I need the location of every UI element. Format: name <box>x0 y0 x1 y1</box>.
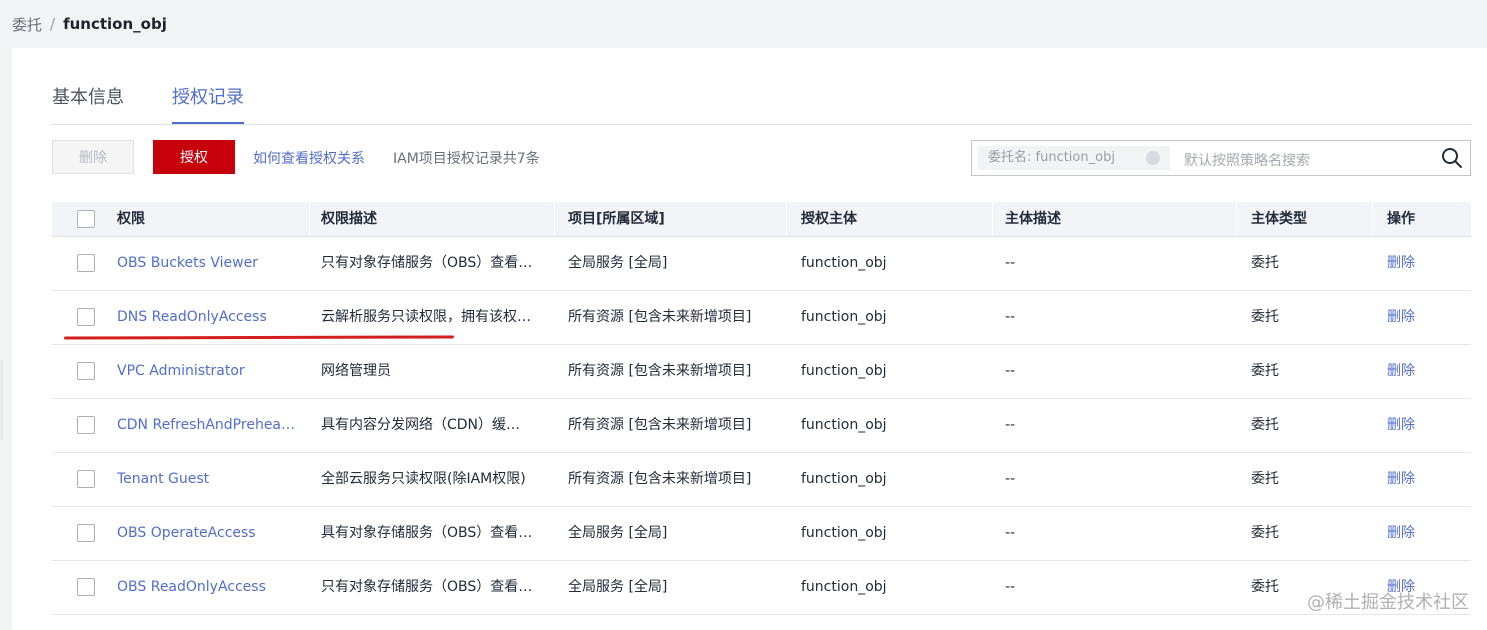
delete-button[interactable]: 删除 <box>52 140 134 174</box>
row-delete-link[interactable]: 删除 <box>1387 507 1447 560</box>
left-edge-bar <box>0 360 3 440</box>
project-region: 所有资源 [包含未来新增项目] <box>568 417 752 433</box>
permission-name-link[interactable]: OBS Buckets Viewer <box>117 237 297 290</box>
row-checkbox[interactable] <box>77 362 95 380</box>
subject-type: 委托 <box>1251 255 1279 271</box>
subject-description: -- <box>1005 363 1016 379</box>
permission-description: 具有内容分发网络（CDN）缓存刷新和预热的权限 <box>321 417 533 433</box>
permission-description: 具有对象存储服务（OBS）查看桶列表等的权限 <box>321 525 533 541</box>
tab-bar: 基本信息 授权记录 <box>52 78 1471 125</box>
permission-description: 只有对象存储服务（OBS）查看桶列表的权限 <box>321 255 533 271</box>
project-region: 所有资源 [包含未来新增项目] <box>568 471 752 487</box>
record-count: IAM项目授权记录共7条 <box>393 151 540 167</box>
breadcrumb: 委托 / function_obj <box>12 0 167 48</box>
project-region: 全局服务 [全局] <box>568 525 668 541</box>
column-divider <box>309 202 310 236</box>
breadcrumb-current: function_obj <box>63 15 167 33</box>
table-row: OBS ReadOnlyAccess 只有对象存储服务（OBS）查看桶列表的权限… <box>52 561 1471 615</box>
row-delete-link[interactable]: 删除 <box>1387 399 1447 452</box>
table-row: OBS OperateAccess 具有对象存储服务（OBS）查看桶列表等的权限… <box>52 507 1471 561</box>
search-icon[interactable] <box>1440 146 1464 170</box>
table-row: OBS Buckets Viewer 只有对象存储服务（OBS）查看桶列表的权限… <box>52 237 1471 291</box>
subject-description: -- <box>1005 525 1016 541</box>
column-divider <box>1372 202 1373 236</box>
search-placeholder: 默认按照策略名搜索 <box>1184 153 1310 169</box>
breadcrumb-separator: / <box>50 15 56 33</box>
subject-type: 委托 <box>1251 471 1279 487</box>
search-filter-tag[interactable]: 委托名: function_obj <box>978 146 1170 170</box>
subject-name: function_obj <box>801 525 887 541</box>
row-delete-link[interactable]: 删除 <box>1387 237 1447 290</box>
subject-description: -- <box>1005 309 1016 325</box>
column-header-subject-description: 主体描述 <box>1005 211 1061 227</box>
table-row: CDN RefreshAndPreheatAccess 具有内容分发网络（CDN… <box>52 399 1471 453</box>
subject-type: 委托 <box>1251 363 1279 379</box>
subject-name: function_obj <box>801 471 887 487</box>
project-region: 所有资源 [包含未来新增项目] <box>568 363 752 379</box>
subject-description: -- <box>1005 579 1016 595</box>
subject-name: function_obj <box>801 255 887 271</box>
permission-name-link[interactable]: VPC Administrator <box>117 345 297 398</box>
column-header-description: 权限描述 <box>321 211 377 227</box>
column-divider <box>554 202 555 236</box>
subject-description: -- <box>1005 417 1016 433</box>
permission-description: 网络管理员 <box>321 363 391 379</box>
subject-name: function_obj <box>801 363 887 379</box>
column-header-subject: 授权主体 <box>801 211 857 227</box>
column-header-actions: 操作 <box>1387 211 1415 227</box>
project-region: 全局服务 [全局] <box>568 579 668 595</box>
search-input[interactable]: 委托名: function_obj 默认按照策略名搜索 <box>971 140 1471 176</box>
permission-name-link[interactable]: OBS ReadOnlyAccess <box>117 561 297 614</box>
row-checkbox[interactable] <box>77 470 95 488</box>
row-checkbox[interactable] <box>77 578 95 596</box>
table-row: VPC Administrator 网络管理员 所有资源 [包含未来新增项目] … <box>52 345 1471 399</box>
toolbar: 删除 授权 如何查看授权关系 IAM项目授权记录共7条 委托名: functio… <box>52 140 1471 176</box>
authorization-table: 权限 权限描述 项目[所属区域] 授权主体 主体描述 主体类型 操作 OBS B… <box>52 202 1471 615</box>
subject-name: function_obj <box>801 417 887 433</box>
row-checkbox[interactable] <box>77 254 95 272</box>
subject-type: 委托 <box>1251 309 1279 325</box>
tab-basic-info[interactable]: 基本信息 <box>52 86 124 122</box>
subject-name: function_obj <box>801 579 887 595</box>
row-delete-link[interactable]: 删除 <box>1387 453 1447 506</box>
watermark: @稀土掘金技术社区 <box>1307 592 1469 613</box>
project-region: 所有资源 [包含未来新增项目] <box>568 309 752 325</box>
subject-description: -- <box>1005 471 1016 487</box>
subject-type: 委托 <box>1251 525 1279 541</box>
column-header-subject-type: 主体类型 <box>1251 211 1307 227</box>
table-row: Tenant Guest 全部云服务只读权限(除IAM权限) 所有资源 [包含未… <box>52 453 1471 507</box>
select-all-checkbox[interactable] <box>77 210 95 228</box>
tab-authorization-records[interactable]: 授权记录 <box>172 86 244 124</box>
permission-description: 全部云服务只读权限(除IAM权限) <box>321 471 526 487</box>
permission-description: 只有对象存储服务（OBS）查看桶列表的权限 <box>321 579 533 595</box>
row-checkbox[interactable] <box>77 416 95 434</box>
row-checkbox[interactable] <box>77 524 95 542</box>
column-divider <box>992 202 993 236</box>
table-header: 权限 权限描述 项目[所属区域] 授权主体 主体描述 主体类型 操作 <box>52 202 1471 237</box>
clear-tag-icon[interactable] <box>1146 151 1160 165</box>
subject-description: -- <box>1005 255 1016 271</box>
help-link[interactable]: 如何查看授权关系 <box>253 148 365 168</box>
grant-button[interactable]: 授权 <box>153 140 235 174</box>
column-header-permission: 权限 <box>117 211 145 227</box>
project-region: 全局服务 [全局] <box>568 255 668 271</box>
column-divider <box>786 202 787 236</box>
permission-name-link[interactable]: Tenant Guest <box>117 453 297 506</box>
column-divider <box>1236 202 1237 236</box>
subject-name: function_obj <box>801 309 887 325</box>
row-delete-link[interactable]: 删除 <box>1387 345 1447 398</box>
search-filter-tag-label: 委托名: function_obj <box>988 150 1115 165</box>
row-checkbox[interactable] <box>77 308 95 326</box>
subject-type: 委托 <box>1251 417 1279 433</box>
breadcrumb-parent[interactable]: 委托 <box>12 14 42 35</box>
column-header-project: 项目[所属区域] <box>568 211 665 227</box>
permission-name-link[interactable]: CDN RefreshAndPreheatAccess <box>117 399 297 452</box>
row-delete-link[interactable]: 删除 <box>1387 291 1447 344</box>
permission-name-link[interactable]: OBS OperateAccess <box>117 507 297 560</box>
